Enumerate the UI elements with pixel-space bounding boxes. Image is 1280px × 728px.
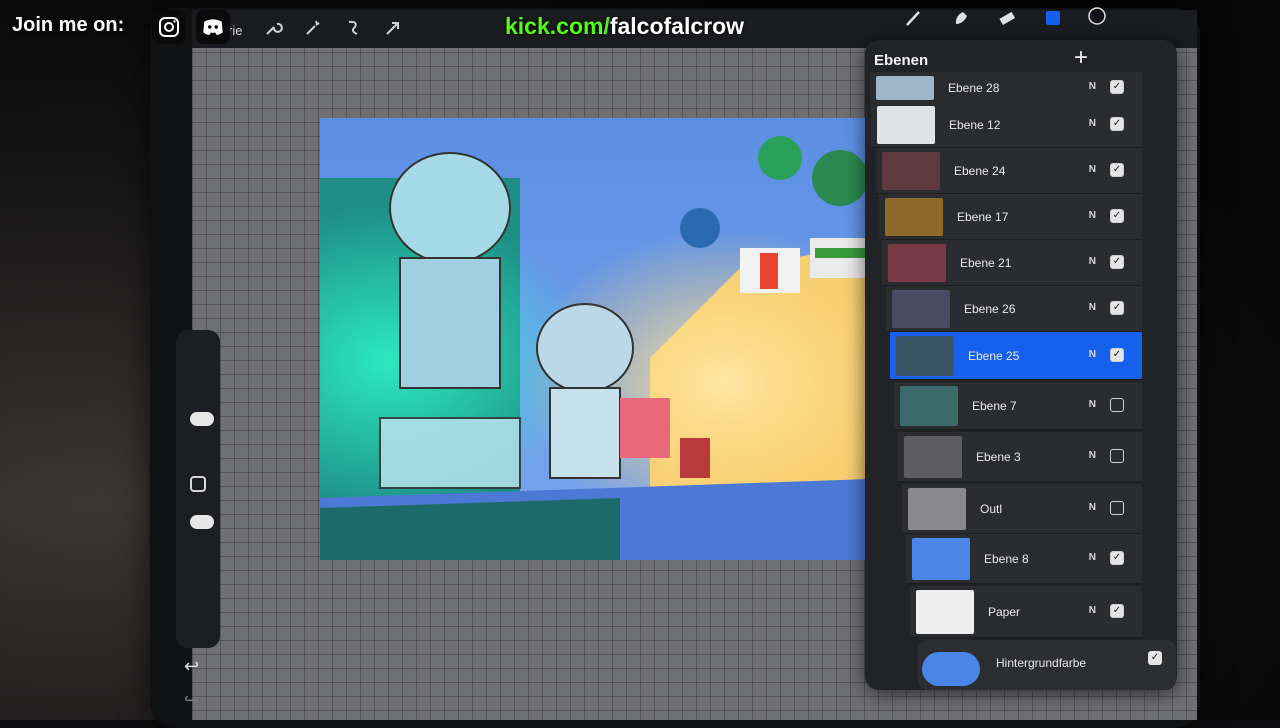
layer-row[interactable]: Ebene 21 N ✓ xyxy=(882,240,1142,286)
layer-visibility-checkbox[interactable]: ✓ xyxy=(1110,163,1124,177)
layer-thumbnail[interactable] xyxy=(908,488,966,530)
background-visibility-checkbox[interactable]: ✓ xyxy=(1148,651,1162,665)
layer-blend-mode[interactable]: N xyxy=(1089,450,1096,461)
layer-blend-mode[interactable]: N xyxy=(1089,210,1096,221)
background-color-label: Hintergrundfarbe xyxy=(996,656,1087,670)
layer-name: Ebene 12 xyxy=(949,118,1001,132)
kick-domain: kick.com/ xyxy=(505,13,610,39)
layer-row[interactable]: Paper N ✓ xyxy=(910,586,1142,638)
layer-name: Outl xyxy=(980,502,1003,516)
layer-thumbnail[interactable] xyxy=(885,198,943,236)
kick-handle: falcofalcrow xyxy=(609,13,745,39)
layer-visibility-checkbox[interactable]: ✓ xyxy=(1110,604,1124,618)
layer-visibility-checkbox[interactable]: ✓ xyxy=(1110,551,1124,565)
selection-icon[interactable] xyxy=(342,18,364,40)
instagram-icon[interactable] xyxy=(152,10,186,44)
brush-icon[interactable] xyxy=(902,8,924,30)
add-layer-button[interactable]: + xyxy=(1074,44,1088,72)
layer-blend-mode[interactable]: N xyxy=(1089,552,1096,563)
layer-thumbnail[interactable] xyxy=(900,386,958,426)
layer-thumbnail[interactable] xyxy=(876,76,934,100)
layer-thumbnail[interactable] xyxy=(912,538,970,580)
discord-icon[interactable] xyxy=(196,10,230,44)
gallery-button[interactable]: rie xyxy=(228,23,242,38)
layer-visibility-checkbox[interactable]: ✓ xyxy=(1110,348,1124,362)
layer-row[interactable]: Ebene 25 N ✓ xyxy=(890,332,1142,380)
layer-thumbnail[interactable] xyxy=(916,590,974,634)
layer-row[interactable]: Ebene 3 N xyxy=(898,432,1142,482)
layer-blend-mode[interactable]: N xyxy=(1089,605,1096,616)
layer-visibility-checkbox[interactable] xyxy=(1110,449,1124,463)
layer-row[interactable]: Ebene 17 N ✓ xyxy=(879,194,1142,240)
brush-size-slider[interactable] xyxy=(190,412,214,426)
opacity-slider[interactable] xyxy=(190,515,214,529)
layer-name: Ebene 3 xyxy=(976,450,1021,464)
kick-url: kick.com/falcofalcrow xyxy=(505,13,744,40)
background-color-swatch[interactable] xyxy=(922,652,980,686)
layers-panel-title: Ebenen xyxy=(874,52,929,69)
color-icon[interactable] xyxy=(1086,6,1108,28)
artwork-canvas[interactable] xyxy=(320,118,898,560)
redo-button[interactable]: ↪ xyxy=(184,690,199,711)
magic-wand-icon[interactable] xyxy=(302,18,324,40)
transform-arrow-icon[interactable] xyxy=(382,18,404,40)
layer-blend-mode[interactable]: N xyxy=(1089,256,1096,267)
layer-name: Ebene 26 xyxy=(964,302,1016,316)
layer-name: Ebene 17 xyxy=(957,210,1009,224)
layer-visibility-checkbox[interactable]: ✓ xyxy=(1110,301,1124,315)
layer-name: Ebene 25 xyxy=(968,349,1020,363)
layer-row[interactable]: Outl N xyxy=(902,484,1142,534)
layer-name: Paper xyxy=(988,605,1021,619)
layer-thumbnail[interactable] xyxy=(904,436,962,478)
layer-row[interactable]: Ebene 28 N ✓ xyxy=(870,72,1142,104)
layer-thumbnail[interactable] xyxy=(882,152,940,190)
layer-name: Ebene 24 xyxy=(954,164,1006,178)
layer-blend-mode[interactable]: N xyxy=(1089,502,1096,513)
undo-button[interactable]: ↩ xyxy=(184,656,199,677)
layer-row[interactable]: Ebene 12 N ✓ xyxy=(871,102,1142,148)
layer-row[interactable]: Ebene 7 N xyxy=(894,382,1142,430)
layer-blend-mode[interactable]: N xyxy=(1089,302,1096,313)
layer-row[interactable]: Ebene 8 N ✓ xyxy=(906,534,1142,584)
layer-visibility-checkbox[interactable]: ✓ xyxy=(1110,117,1124,131)
layer-blend-mode[interactable]: N xyxy=(1089,81,1096,92)
layer-row[interactable]: Ebene 26 N ✓ xyxy=(886,286,1142,332)
layer-blend-mode[interactable]: N xyxy=(1089,118,1096,129)
background-color-row[interactable]: Hintergrundfarbe ✓ xyxy=(918,640,1176,690)
layer-visibility-checkbox[interactable] xyxy=(1110,501,1124,515)
modify-button[interactable] xyxy=(190,476,206,492)
layer-name: Ebene 7 xyxy=(972,399,1017,413)
join-label: Join me on: xyxy=(12,14,125,36)
layer-thumbnail[interactable] xyxy=(896,336,954,376)
layer-row[interactable]: Ebene 24 N ✓ xyxy=(876,148,1142,194)
layer-name: Ebene 8 xyxy=(984,552,1029,566)
layer-blend-mode[interactable]: N xyxy=(1089,399,1096,410)
smudge-icon[interactable] xyxy=(950,8,972,30)
layer-blend-mode[interactable]: N xyxy=(1089,164,1096,175)
layer-visibility-checkbox[interactable]: ✓ xyxy=(1110,80,1124,94)
layers-icon[interactable] xyxy=(1042,8,1064,30)
layer-thumbnail[interactable] xyxy=(877,106,935,144)
layer-name: Ebene 21 xyxy=(960,256,1012,270)
layer-visibility-checkbox[interactable]: ✓ xyxy=(1110,255,1124,269)
eraser-icon[interactable] xyxy=(996,8,1018,30)
layer-thumbnail[interactable] xyxy=(892,290,950,328)
wrench-icon[interactable] xyxy=(262,18,284,40)
layer-visibility-checkbox[interactable]: ✓ xyxy=(1110,209,1124,223)
layer-blend-mode[interactable]: N xyxy=(1089,349,1096,360)
layer-visibility-checkbox[interactable] xyxy=(1110,398,1124,412)
layer-name: Ebene 28 xyxy=(948,81,1000,95)
layer-thumbnail[interactable] xyxy=(888,244,946,282)
